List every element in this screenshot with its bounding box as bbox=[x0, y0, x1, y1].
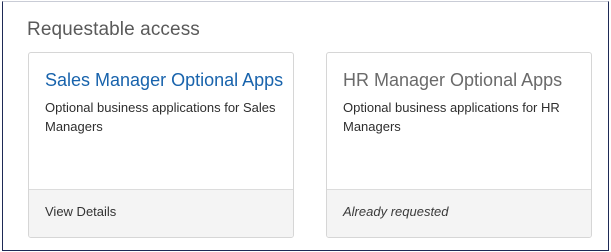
card-title-sales-manager[interactable]: Sales Manager Optional Apps bbox=[45, 70, 283, 91]
access-card-hr-manager: HR Manager Optional Apps Optional busine… bbox=[326, 52, 592, 238]
card-footer: Already requested bbox=[327, 189, 591, 237]
section-title: Requestable access bbox=[27, 19, 200, 40]
access-card-sales-manager[interactable]: Sales Manager Optional Apps Optional bus… bbox=[28, 52, 294, 238]
requestable-access-panel: Requestable access Sales Manager Optiona… bbox=[2, 1, 609, 251]
view-details-button[interactable]: View Details bbox=[45, 204, 116, 219]
card-description: Optional business applications for Sales… bbox=[45, 100, 276, 134]
card-description: Optional business applications for HR Ma… bbox=[343, 100, 560, 134]
card-title-hr-manager: HR Manager Optional Apps bbox=[343, 70, 563, 90]
card-footer: View Details bbox=[29, 189, 293, 237]
already-requested-status: Already requested bbox=[343, 204, 449, 219]
